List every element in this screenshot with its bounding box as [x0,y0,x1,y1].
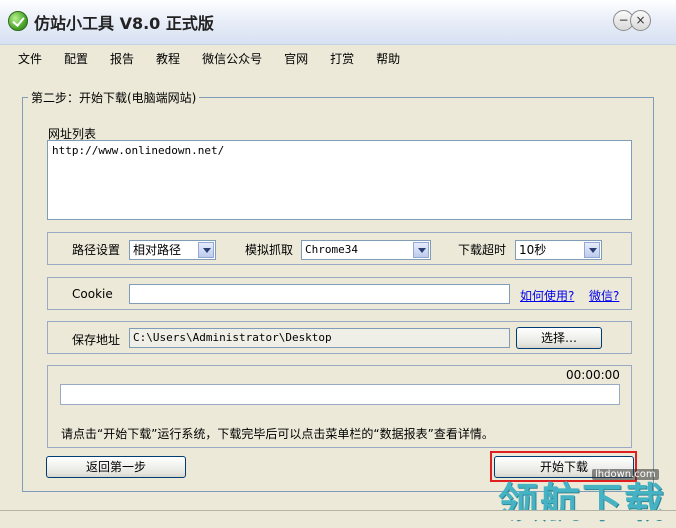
hint-text: 请点击“开始下载”运行系统，下载完毕后可以点击菜单栏的“数据报表”查看详情。 [61,427,494,441]
timeout-value: 10秒 [519,243,547,257]
menu-file[interactable]: 文件 [18,50,42,67]
save-path-label: 保存地址 [72,333,121,347]
how-to-use-link[interactable]: 如何使用? [520,287,574,304]
menu-report[interactable]: 报告 [110,50,134,67]
watermark-site: lhdown.com [592,469,659,480]
menu-config[interactable]: 配置 [64,50,88,67]
menu-help[interactable]: 帮助 [376,50,400,67]
window-title: 仿站小工具 V8.0 正式版 [34,14,214,33]
app-logo-icon [8,11,28,31]
menu-wechat-account[interactable]: 微信公众号 [202,50,262,67]
simulate-label: 模拟抓取 [245,243,294,257]
path-setting-select[interactable]: 相对路径 [129,240,216,260]
elapsed-time: 00:00:00 [566,368,620,382]
back-to-step-one-button[interactable]: 返回第一步 [46,456,186,478]
menu-donate[interactable]: 打赏 [330,50,354,67]
menu-official-site[interactable]: 官网 [284,50,308,67]
wechat-link[interactable]: 微信? [589,287,619,304]
path-setting-label: 路径设置 [72,243,121,257]
chevron-down-icon[interactable] [413,242,429,258]
save-path-field[interactable]: C:\Users\Administrator\Desktop [129,328,510,348]
title-bar: 仿站小工具 V8.0 正式版 − × [0,0,676,45]
chevron-down-icon[interactable] [584,242,600,258]
timeout-label: 下载超时 [458,243,507,257]
simulate-value: Chrome34 [305,243,358,256]
path-setting-value: 相对路径 [133,243,182,257]
timeout-select[interactable]: 10秒 [515,240,602,260]
menu-tutorial[interactable]: 教程 [156,50,180,67]
menu-bar: 文件 配置 报告 教程 微信公众号 官网 打赏 帮助 [0,45,676,71]
download-progress-bar [60,384,620,405]
choose-folder-button[interactable]: 选择… [516,327,602,349]
chevron-down-icon[interactable] [198,242,214,258]
close-button[interactable]: × [630,10,651,31]
step-two-legend: 第二步：开始下载(电脑端网站) [28,89,200,106]
cookie-input[interactable] [129,284,510,304]
url-list-textarea[interactable]: http://www.onlinedown.net/ [47,140,632,220]
simulate-select[interactable]: Chrome34 [301,240,431,260]
cookie-label: Cookie [72,287,113,301]
